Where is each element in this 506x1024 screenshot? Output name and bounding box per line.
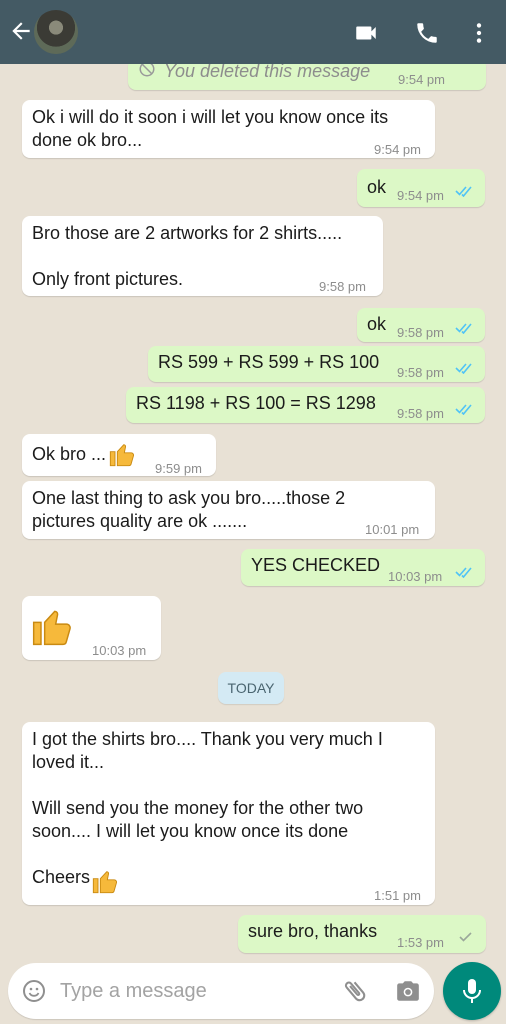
message-incoming[interactable]: Bro those are 2 artworks for 2 shirts...…: [22, 216, 383, 296]
video-call-icon[interactable]: [353, 20, 379, 46]
message-text: Ok i will do it soon i will let you know…: [32, 107, 389, 150]
attach-icon[interactable]: [335, 971, 374, 1010]
message-time: 10:03 pm: [388, 569, 443, 584]
message-outgoing[interactable]: sure bro, thanks 1:53 pm: [238, 915, 486, 953]
message-time: 9:59 pm: [155, 461, 202, 476]
chat-header: [0, 0, 506, 64]
message-outgoing[interactable]: ok 9:58 pm: [357, 308, 485, 342]
more-vert-icon[interactable]: [466, 20, 492, 46]
mic-button[interactable]: [443, 962, 501, 1020]
message-text: Ok bro ...: [32, 444, 107, 464]
message-text: Bro those are 2 artworks for 2 shirts...…: [32, 223, 343, 289]
sent-tick-icon: [459, 932, 472, 942]
message-time: 9:58 pm: [319, 279, 366, 294]
camera-icon[interactable]: [395, 978, 421, 1004]
message-text: RS 1198 + RS 100 = RS 1298: [136, 393, 376, 413]
message-time: 9:58 pm: [397, 365, 444, 380]
message-input[interactable]: [60, 977, 310, 1005]
message-time: 9:58 pm: [397, 406, 444, 421]
message-outgoing[interactable]: ok 9:54 pm: [357, 169, 485, 207]
message-time: 9:54 pm: [397, 188, 444, 203]
message-time: 9:58 pm: [397, 325, 444, 340]
read-receipt-icon: [455, 404, 472, 415]
message-time: 9:54 pm: [374, 142, 421, 157]
mic-icon: [463, 979, 481, 1003]
voice-call-icon[interactable]: [414, 20, 440, 46]
message-text: One last thing to ask you bro.....those …: [32, 488, 346, 531]
thumbs-up-emoji-icon: [32, 610, 71, 646]
message-outgoing[interactable]: RS 1198 + RS 100 = RS 1298 9:58 pm: [126, 387, 485, 423]
message-text: ok: [367, 177, 387, 197]
message-time: 1:53 pm: [397, 935, 444, 950]
message-incoming[interactable]: I got the shirts bro.... Thank you very …: [22, 722, 435, 905]
message-time: 10:03 pm: [92, 643, 147, 658]
message-incoming[interactable]: One last thing to ask you bro.....those …: [22, 481, 435, 539]
message-incoming[interactable]: 10:03 pm: [22, 596, 161, 660]
message-incoming[interactable]: Ok bro ... 9:59 pm: [22, 434, 216, 476]
read-receipt-icon: [455, 323, 472, 334]
message-text: YES CHECKED: [251, 555, 381, 575]
read-receipt-icon: [455, 186, 472, 197]
message-text: RS 599 + RS 599 + RS 100: [158, 352, 380, 372]
message-incoming[interactable]: Ok i will do it soon i will let you know…: [22, 100, 435, 158]
message-text: ok: [367, 314, 387, 334]
date-chip: TODAY: [218, 672, 284, 704]
message-composer: [8, 963, 434, 1019]
read-receipt-icon: [455, 567, 472, 578]
message-text: I got the shirts bro.... Thank you very …: [32, 729, 383, 887]
message-time: 9:54 pm: [398, 72, 445, 87]
thumbs-up-emoji-icon: [109, 444, 134, 467]
read-receipt-icon: [455, 363, 472, 374]
message-text: sure bro, thanks: [248, 921, 378, 941]
contact-avatar[interactable]: [34, 10, 78, 54]
message-time: 1:51 pm: [374, 888, 421, 903]
emoji-icon[interactable]: [22, 979, 46, 1003]
thumbs-up-emoji-icon: [92, 871, 117, 894]
arrow-left-icon[interactable]: [8, 18, 34, 44]
message-outgoing[interactable]: RS 599 + RS 599 + RS 100 9:58 pm: [148, 346, 485, 382]
message-outgoing[interactable]: YES CHECKED 10:03 pm: [241, 549, 485, 586]
message-time: 10:01 pm: [365, 522, 420, 537]
